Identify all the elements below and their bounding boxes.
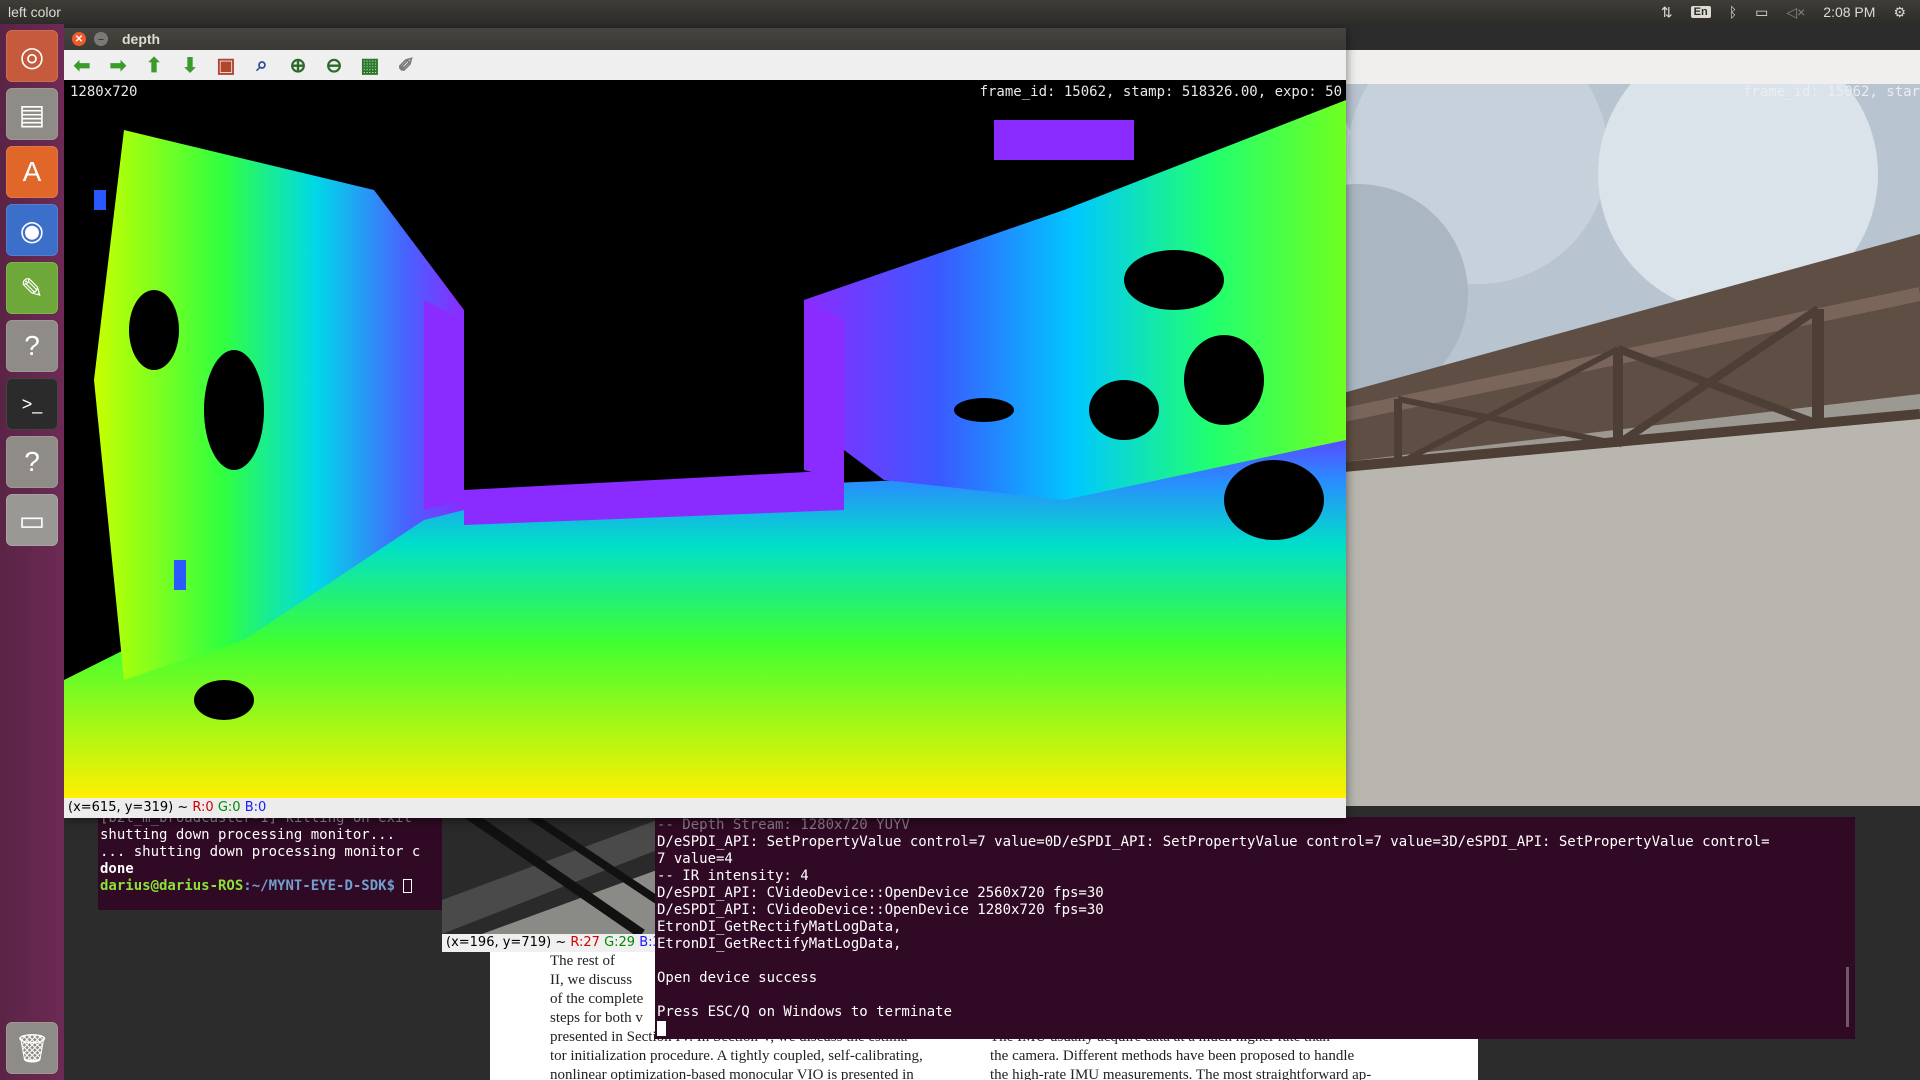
terminal-icon[interactable]: >_ [6, 378, 58, 430]
prompt-path: :~/MYNT-EYE-D-SDK$ [243, 878, 396, 894]
terminal-line: Open device success [657, 970, 818, 986]
window-title: depth [122, 31, 161, 47]
clock[interactable]: 2:08 PM [1823, 4, 1875, 20]
depth-window[interactable]: ✕ – depth ⬅ ➡ ⬆ ⬇ ▣ ⌕ ⊕ ⊖ ▦ ✐ 1280x720 f… [64, 28, 1346, 818]
prompt-user: darius@darius-ROS [100, 878, 244, 894]
pan-left-arrow-icon[interactable]: ⬅ [70, 53, 94, 77]
zoom-in-icon[interactable]: ⊕ [286, 53, 310, 77]
paper-text-line: tor initialization procedure. A tightly … [550, 1048, 923, 1064]
terminal-window-right[interactable]: -- Depth Stream: 1280x720 YUYV D/eSPDI_AP… [655, 817, 1855, 1039]
close-icon[interactable]: ✕ [72, 32, 86, 46]
terminal-line: ... shutting down processing monitor c [100, 844, 421, 860]
terminal-prompt[interactable]: darius@darius-ROS:~/MYNT-EYE-D-SDK$ [100, 878, 448, 895]
zoom-fit-icon[interactable]: ⌕ [250, 53, 274, 77]
pan-right-arrow-icon[interactable]: ➡ [106, 53, 130, 77]
terminal-scrollbar[interactable] [1846, 967, 1849, 1027]
depth-map [64, 80, 1346, 798]
terminal-line: D/eSPDI_API: SetPropertyValue control=7 … [657, 834, 1770, 850]
text-editor-icon[interactable]: ✎ [6, 262, 58, 314]
active-window-title: left color [8, 4, 61, 20]
launcher: ◎ ▤ A ◉ ✎? >_? ▭ 🗑 [0, 24, 64, 1080]
terminal-line: -- Depth Stream: 1280x720 YUYV [657, 817, 910, 833]
terminal-line: D/eSPDI_API: CVideoDevice::OpenDevice 25… [657, 885, 1104, 901]
zoom-image-icon[interactable]: ▣ [214, 53, 238, 77]
battery-icon[interactable]: ▭ [1755, 4, 1768, 21]
chromium-icon[interactable]: ◉ [6, 204, 58, 256]
save-icon[interactable]: ▦ [358, 53, 382, 77]
pan-down-arrow-icon[interactable]: ⬇ [178, 53, 202, 77]
pixel-g: G:29 [604, 935, 636, 950]
software-center-icon[interactable]: A [6, 146, 58, 198]
terminal-output: -- Depth Stream: 1280x720 YUYV D/eSPDI_AP… [657, 817, 1855, 1021]
top-panel: left color ⇅ En ᛒ ▭ ◁× 2:08 PM ⚙ [0, 0, 1920, 24]
zoom-out-icon[interactable]: ⊖ [322, 53, 346, 77]
terminal-line: EtronDI_GetRectifyMatLogData, [657, 919, 902, 935]
small-image-window[interactable] [442, 810, 657, 952]
left-color-frame-info: frame_id: 15062, star [1742, 84, 1920, 100]
bluetooth-icon[interactable]: ᛒ [1729, 4, 1737, 20]
terminal-line: done [100, 861, 134, 877]
depth-resolution-label: 1280x720 [70, 84, 138, 100]
terminal-line: D/eSPDI_API: CVideoDevice::OpenDevice 12… [657, 902, 1104, 918]
pan-up-arrow-icon[interactable]: ⬆ [142, 53, 166, 77]
disk-icon[interactable]: ▭ [6, 494, 58, 546]
keyboard-layout-indicator[interactable]: En [1690, 6, 1711, 18]
pixel-r: R:27 [570, 935, 600, 950]
paper-text-line: the camera. Different methods have been … [990, 1048, 1355, 1064]
ubuntu-dash-icon[interactable]: ◎ [6, 30, 58, 82]
unknown-app-icon[interactable]: ? [6, 320, 58, 372]
pixel-b: B:0 [244, 800, 267, 815]
minimize-icon[interactable]: – [94, 32, 108, 46]
terminal-line: EtronDI_GetRectifyMatLogData, [657, 936, 902, 952]
pixel-coords: (x=196, y=719) ~ [446, 935, 567, 950]
desktop-screen: left color ⇅ En ᛒ ▭ ◁× 2:08 PM ⚙ ◎ ▤ A ◉ ✎? >… [0, 0, 1920, 1080]
pixel-g: G:0 [217, 800, 241, 815]
depth-frame-info: frame_id: 15062, stamp: 518326.00, expo:… [979, 84, 1342, 100]
unknown-app-icon-2[interactable]: ? [6, 436, 58, 488]
depth-image[interactable]: 1280x720 frame_id: 15062, stamp: 518326.… [64, 80, 1346, 798]
depth-status-bar: (x=615, y=319) ~ R:0 G:0 B:0 [64, 798, 1346, 818]
terminal-line: Press ESC/Q on Windows to terminate [657, 1004, 953, 1020]
terminal-line: 7 value=4 [657, 851, 733, 867]
pixel-coords: (x=615, y=319) ~ [68, 800, 189, 815]
paper-text-line: nonlinear optimization-based monocular V… [550, 1067, 914, 1080]
paper-text-line: the high-rate IMU measurements. The most… [990, 1067, 1372, 1080]
terminal-line: -- IR intensity: 4 [657, 868, 809, 884]
trash-icon[interactable]: 🗑 [6, 1022, 58, 1074]
terminal-cursor [657, 1021, 666, 1036]
indicator-area: ⇅ En ᛒ ▭ ◁× 2:08 PM ⚙ [1661, 4, 1920, 21]
small-image-status-bar: (x=196, y=719) ~ R:27 G:29 B:31 [442, 934, 657, 952]
network-arrows-icon[interactable]: ⇅ [1661, 4, 1673, 21]
settings-gear-icon[interactable]: ⚙ [1893, 4, 1906, 21]
depth-window-titlebar[interactable]: ✕ – depth [64, 28, 1346, 50]
terminal-cursor [403, 879, 413, 893]
files-icon[interactable]: ▤ [6, 88, 58, 140]
depth-toolbar: ⬅ ➡ ⬆ ⬇ ▣ ⌕ ⊕ ⊖ ▦ ✐ [64, 50, 1346, 80]
terminal-window-left[interactable]: [b2l_m_broadcaster-1] killing on exit sh… [98, 810, 448, 910]
pixel-r: R:0 [192, 800, 214, 815]
properties-brush-icon[interactable]: ✐ [394, 53, 418, 77]
small-image-content [442, 810, 657, 939]
volume-muted-icon[interactable]: ◁× [1786, 4, 1805, 21]
terminal-line: shutting down processing monitor... [100, 827, 396, 843]
